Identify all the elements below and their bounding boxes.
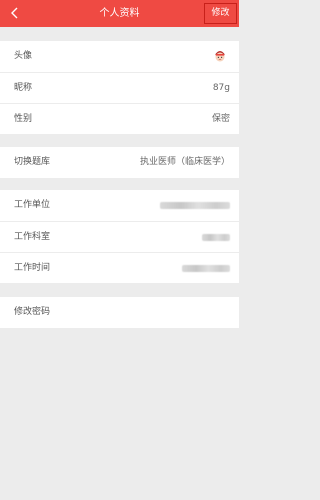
work-unit-value-redacted: [160, 202, 230, 209]
question-bank-value: 执业医师（临床医学）: [139, 157, 230, 167]
work-time-row[interactable]: 工作时间: [0, 252, 239, 283]
work-time-value-redacted: [182, 265, 230, 272]
gender-label: 性别: [14, 114, 33, 124]
password-section: 修改密码: [0, 297, 239, 328]
work-section: 工作单位 工作科室 工作时间: [0, 190, 239, 283]
gender-value: 保密: [211, 114, 230, 124]
work-time-label: 工作时间: [14, 263, 51, 273]
nickname-label: 昵称: [14, 83, 33, 93]
work-department-row[interactable]: 工作科室: [0, 221, 239, 252]
avatar: [215, 51, 225, 62]
question-bank-section: 切换题库 执业医师（临床医学）: [0, 147, 239, 178]
nickname-row[interactable]: 昵称 87g: [0, 72, 239, 103]
work-unit-row[interactable]: 工作单位: [0, 190, 239, 221]
avatar-label: 头像: [14, 51, 33, 61]
header-bar: 个人资料 修改: [0, 0, 239, 27]
change-password-row[interactable]: 修改密码: [0, 297, 239, 328]
avatar-row[interactable]: 头像: [0, 41, 239, 72]
nickname-value: 87g: [212, 83, 230, 93]
question-bank-label: 切换题库: [14, 157, 51, 167]
gender-row[interactable]: 性别 保密: [0, 103, 239, 134]
question-bank-row[interactable]: 切换题库 执业医师（临床医学）: [0, 147, 239, 178]
work-unit-label: 工作单位: [14, 200, 51, 210]
edit-button[interactable]: 修改: [204, 3, 237, 24]
work-department-label: 工作科室: [14, 232, 51, 242]
profile-section: 头像 昵称 87g 性别 保密: [0, 41, 239, 134]
change-password-label: 修改密码: [14, 307, 51, 317]
work-department-value-redacted: [202, 234, 230, 241]
